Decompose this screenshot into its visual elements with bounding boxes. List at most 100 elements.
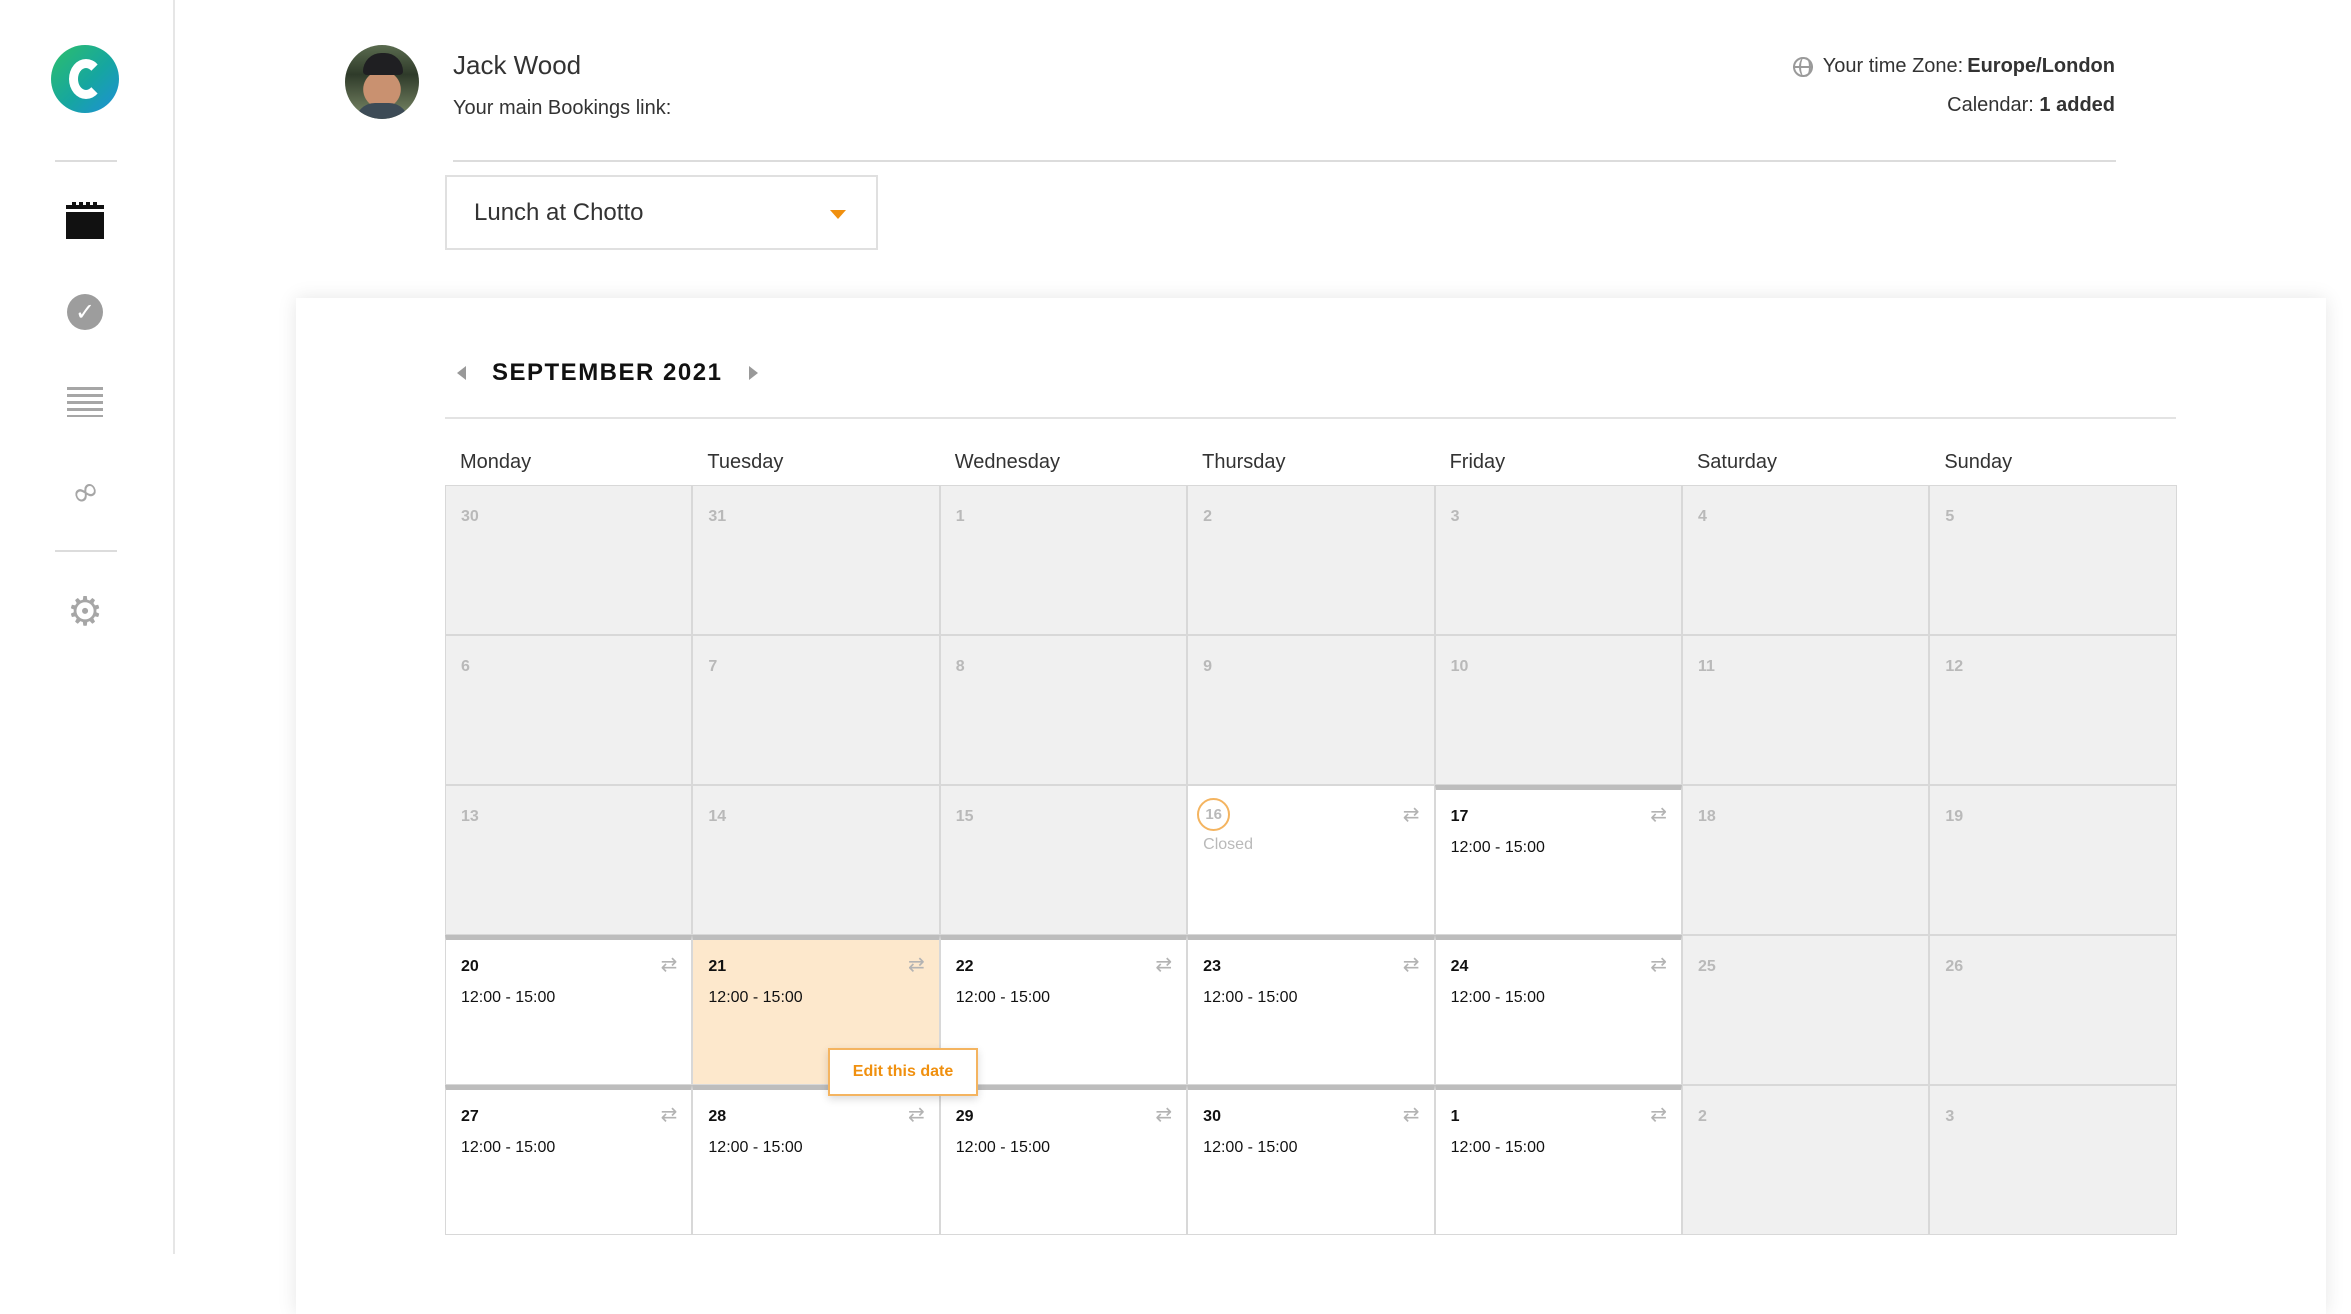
calendar-day-cell[interactable]: 23 12:00 - 15:00 ⇄ bbox=[1187, 935, 1435, 1085]
edit-date-button[interactable]: Edit this date bbox=[828, 1048, 978, 1096]
avatar-shirt bbox=[355, 103, 409, 119]
weekday-label: Saturday bbox=[1696, 451, 1778, 473]
next-month-button[interactable] bbox=[749, 366, 759, 380]
prev-month-button[interactable] bbox=[457, 366, 466, 380]
calendar-count[interactable]: Calendar: 1 added bbox=[1947, 94, 2115, 117]
calendar-day-cell: 14 bbox=[692, 785, 940, 935]
day-number: 6 bbox=[461, 658, 470, 675]
calendar-day-cell: 7 bbox=[692, 635, 940, 785]
calendar-day-cell: 3 bbox=[1929, 1085, 2177, 1235]
calendar-day-cell: 13 bbox=[445, 785, 693, 935]
calendar-day-cell: 6 bbox=[445, 635, 693, 785]
logo-mark bbox=[69, 59, 103, 99]
calendar-day-cell: 30 bbox=[445, 485, 693, 635]
calendar-day-cell[interactable]: 20 12:00 - 15:00 ⇄ bbox=[445, 935, 693, 1085]
calendar-day-cell[interactable]: 30 12:00 - 15:00 ⇄ bbox=[1187, 1085, 1435, 1235]
calendar-icon bbox=[66, 202, 104, 239]
timezone-label: Your time Zone: bbox=[1822, 55, 1964, 77]
repeat-icon[interactable]: ⇄ bbox=[661, 1102, 678, 1126]
repeat-icon[interactable]: ⇄ bbox=[1155, 1102, 1172, 1126]
calendar-week-row: 27 12:00 - 15:00 ⇄ 28 12:00 - 15:00 ⇄ 29 12:00 … bbox=[445, 1085, 2177, 1235]
calendar-day-cell[interactable]: 24 12:00 - 15:00 ⇄ bbox=[1434, 935, 1682, 1085]
calendar-day-cell[interactable]: 27 12:00 - 15:00 ⇄ bbox=[445, 1085, 693, 1235]
sidebar-item-calendar[interactable] bbox=[60, 197, 110, 247]
calendar-day-cell: 2 bbox=[1187, 485, 1435, 635]
calendar-day-cell: 31 bbox=[692, 485, 940, 635]
day-number: 20 bbox=[461, 958, 479, 975]
calendar-day-cell: 4 bbox=[1681, 485, 1930, 635]
sidebar-divider bbox=[55, 550, 117, 552]
day-number: 16 bbox=[1197, 798, 1231, 831]
day-number: 14 bbox=[708, 808, 727, 825]
calendar-day-cell: 9 bbox=[1187, 635, 1435, 785]
day-number: 28 bbox=[708, 1108, 727, 1125]
time-slot: 12:00 - 15:00 bbox=[708, 989, 803, 1006]
link-icon: ∞ bbox=[62, 467, 108, 517]
sidebar-item-links[interactable]: ∞ bbox=[60, 467, 110, 517]
repeat-icon[interactable]: ⇄ bbox=[1650, 1102, 1667, 1126]
logo[interactable] bbox=[51, 45, 119, 113]
repeat-icon[interactable]: ⇄ bbox=[1403, 952, 1420, 976]
day-number: 7 bbox=[708, 658, 718, 675]
calendar-day-cell: 11 bbox=[1681, 635, 1930, 785]
calendar-week-row: 30 31 1 2 3 4 5 bbox=[445, 485, 2177, 635]
repeat-icon[interactable]: ⇄ bbox=[1403, 802, 1420, 826]
weekday-header: Monday Tuesday Wednesday Thursday Friday Satu… bbox=[445, 443, 2177, 485]
calendar-day-cell: 8 bbox=[939, 635, 1188, 785]
calendar-day-cell: 25 bbox=[1681, 935, 1930, 1085]
day-number: 17 bbox=[1450, 808, 1469, 825]
day-number: 21 bbox=[708, 958, 727, 975]
weekday-label: Wednesday bbox=[954, 451, 1061, 473]
month-divider bbox=[445, 417, 2176, 419]
day-number: 15 bbox=[955, 808, 974, 825]
day-number: 8 bbox=[955, 658, 965, 675]
day-number: 1 bbox=[955, 508, 965, 525]
repeat-icon[interactable]: ⇄ bbox=[661, 952, 678, 976]
check-icon: ✓ bbox=[67, 294, 103, 330]
sidebar-item-settings[interactable]: ⚙ bbox=[60, 587, 110, 637]
day-number: 24 bbox=[1450, 958, 1469, 975]
header-divider bbox=[453, 160, 2116, 162]
calendar-day-cell[interactable]: 28 12:00 - 15:00 ⇄ bbox=[692, 1085, 940, 1235]
time-slot: 12:00 - 15:00 bbox=[461, 1139, 556, 1156]
calendar-day-cell[interactable]: 16 Closed ⇄ bbox=[1187, 785, 1435, 935]
calendar-day-cell[interactable]: 29 12:00 - 15:00 ⇄ bbox=[939, 1085, 1188, 1235]
weekday-label: Thursday bbox=[1202, 451, 1286, 473]
sidebar-item-list[interactable] bbox=[60, 377, 110, 427]
calendar-day-cell: 18 bbox=[1681, 785, 1930, 935]
time-slot: 12:00 - 15:00 bbox=[1450, 839, 1545, 856]
calendar-day-cell[interactable]: 17 12:00 - 15:00 ⇄ bbox=[1434, 785, 1682, 935]
calendar-day-cell: 2 bbox=[1681, 1085, 1930, 1235]
sidebar: ✓ ∞ ⚙ bbox=[0, 0, 175, 1254]
month-navigation: SEPTEMBER 2021 bbox=[457, 359, 759, 387]
avatar[interactable] bbox=[345, 45, 419, 119]
calendar-week-row: 13 14 15 16 Closed ⇄ 17 12:00 - 15:00 ⇄ 18 19 bbox=[445, 785, 2177, 935]
sidebar-divider bbox=[55, 160, 117, 162]
day-number: 25 bbox=[1697, 958, 1716, 975]
time-slot: 12:00 - 15:00 bbox=[1450, 1139, 1545, 1156]
day-number: 4 bbox=[1697, 508, 1707, 525]
repeat-icon[interactable]: ⇄ bbox=[908, 1102, 925, 1126]
calendar-day-cell: 12 bbox=[1929, 635, 2177, 785]
day-number: 9 bbox=[1203, 658, 1213, 675]
list-icon bbox=[67, 387, 103, 417]
weekday-label: Sunday bbox=[1944, 451, 2013, 473]
day-number: 30 bbox=[461, 508, 479, 525]
day-number: 18 bbox=[1697, 808, 1716, 825]
repeat-icon[interactable]: ⇄ bbox=[908, 952, 925, 976]
repeat-icon[interactable]: ⇄ bbox=[1650, 802, 1667, 826]
repeat-icon[interactable]: ⇄ bbox=[1155, 952, 1172, 976]
calendar-day-cell[interactable]: 1 12:00 - 15:00 ⇄ bbox=[1434, 1085, 1682, 1235]
day-status: Closed bbox=[1203, 836, 1253, 853]
repeat-icon[interactable]: ⇄ bbox=[1403, 1102, 1420, 1126]
calendar-weeks: 30 31 1 2 3 4 5 6 7 8 9 10 11 12 13 14 15 16 Closed ⇄ 17 12:0… bbox=[445, 485, 2177, 1235]
weekday-label: Friday bbox=[1449, 451, 1506, 473]
month-label: SEPTEMBER 2021 bbox=[492, 359, 723, 386]
repeat-icon[interactable]: ⇄ bbox=[1650, 952, 1667, 976]
sidebar-item-bookings[interactable]: ✓ bbox=[60, 287, 110, 337]
timezone[interactable]: Your time Zone: Europe/London bbox=[1792, 55, 2115, 78]
time-slot: 12:00 - 15:00 bbox=[461, 989, 556, 1006]
calendar-day-cell: 26 bbox=[1929, 935, 2177, 1085]
day-number: 27 bbox=[461, 1108, 479, 1125]
event-type-select[interactable]: Lunch at Chotto bbox=[445, 175, 878, 250]
